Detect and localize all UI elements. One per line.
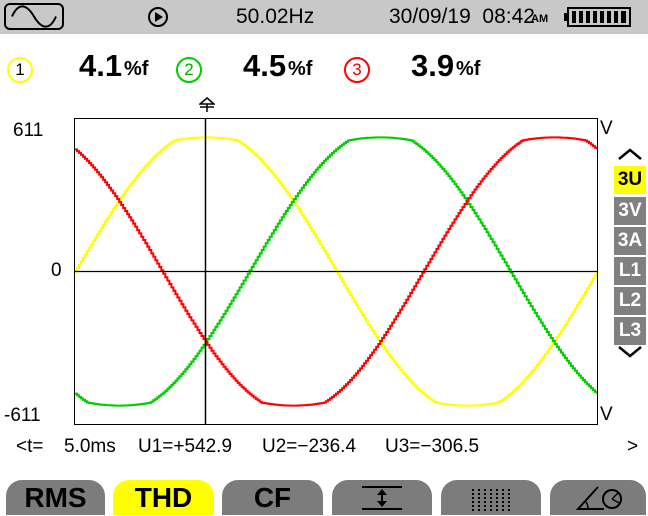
tab-thd[interactable]: THD bbox=[113, 480, 214, 515]
side-item-l1[interactable]: L1 bbox=[614, 257, 646, 285]
phasor-angle-icon bbox=[575, 486, 622, 510]
date-time: 30/09/19 08:42 bbox=[389, 5, 535, 28]
phase-2-thd-unit: %f bbox=[288, 58, 313, 80]
tab-vertical-zoom[interactable] bbox=[332, 480, 432, 515]
side-item-3v[interactable]: 3V bbox=[614, 197, 646, 225]
phase-3-thd-unit: %f bbox=[456, 58, 481, 80]
unit-bottom-label: V bbox=[600, 404, 613, 425]
phase-3-thd-value: 3.9 bbox=[411, 48, 455, 83]
tab-cf[interactable]: CF bbox=[222, 480, 323, 515]
phase-3-indicator: 3 bbox=[344, 57, 370, 83]
sine-wave-icon[interactable] bbox=[4, 3, 64, 30]
y-zero-label: 0 bbox=[51, 260, 62, 281]
unit-top-label: V bbox=[600, 118, 613, 139]
u3-readout: U3=−306.5 bbox=[385, 436, 480, 457]
tab-rms[interactable]: RMS bbox=[6, 480, 105, 515]
side-item-l3[interactable]: L3 bbox=[614, 317, 646, 345]
scroll-down-icon[interactable] bbox=[616, 346, 644, 358]
vertical-zoom-icon bbox=[362, 486, 402, 510]
phase-1-thd-value: 4.1 bbox=[79, 48, 123, 83]
frequency-readout: 50.02Hz bbox=[236, 5, 315, 28]
scroll-up-icon[interactable] bbox=[616, 148, 644, 160]
waveform-plot[interactable] bbox=[74, 118, 598, 425]
tab-bars[interactable] bbox=[441, 480, 541, 515]
u2-readout: U2=−236.4 bbox=[262, 436, 357, 457]
side-item-3a[interactable]: 3A bbox=[614, 227, 646, 255]
phase-2-thd-value: 4.5 bbox=[243, 48, 287, 83]
phase-1-indicator: 1 bbox=[7, 57, 33, 83]
side-item-3u[interactable]: 3U bbox=[614, 166, 646, 194]
y-min-label: -611 bbox=[4, 405, 41, 426]
side-item-l2[interactable]: L2 bbox=[614, 287, 646, 315]
cursor-prev-label[interactable]: <t= bbox=[16, 436, 43, 458]
cursor-marker-icon[interactable] bbox=[199, 97, 215, 113]
phase-2-indicator: 2 bbox=[176, 57, 202, 83]
tab-phasor[interactable] bbox=[550, 480, 646, 515]
play-circle-icon bbox=[148, 7, 168, 27]
bars-icon bbox=[472, 489, 510, 511]
cursor-time-value: 5.0ms bbox=[64, 436, 116, 457]
battery-full-icon bbox=[564, 7, 631, 27]
status-bar: 50.02Hz 30/09/19 08:42 AM bbox=[0, 0, 648, 34]
waveform-chart bbox=[75, 119, 597, 424]
am-pm-indicator: AM bbox=[531, 13, 549, 25]
u1-readout: U1=+542.9 bbox=[138, 436, 233, 457]
y-max-label: 611 bbox=[13, 120, 44, 141]
cursor-next-chevron[interactable]: > bbox=[627, 436, 638, 458]
phase-1-thd-unit: %f bbox=[124, 58, 149, 80]
